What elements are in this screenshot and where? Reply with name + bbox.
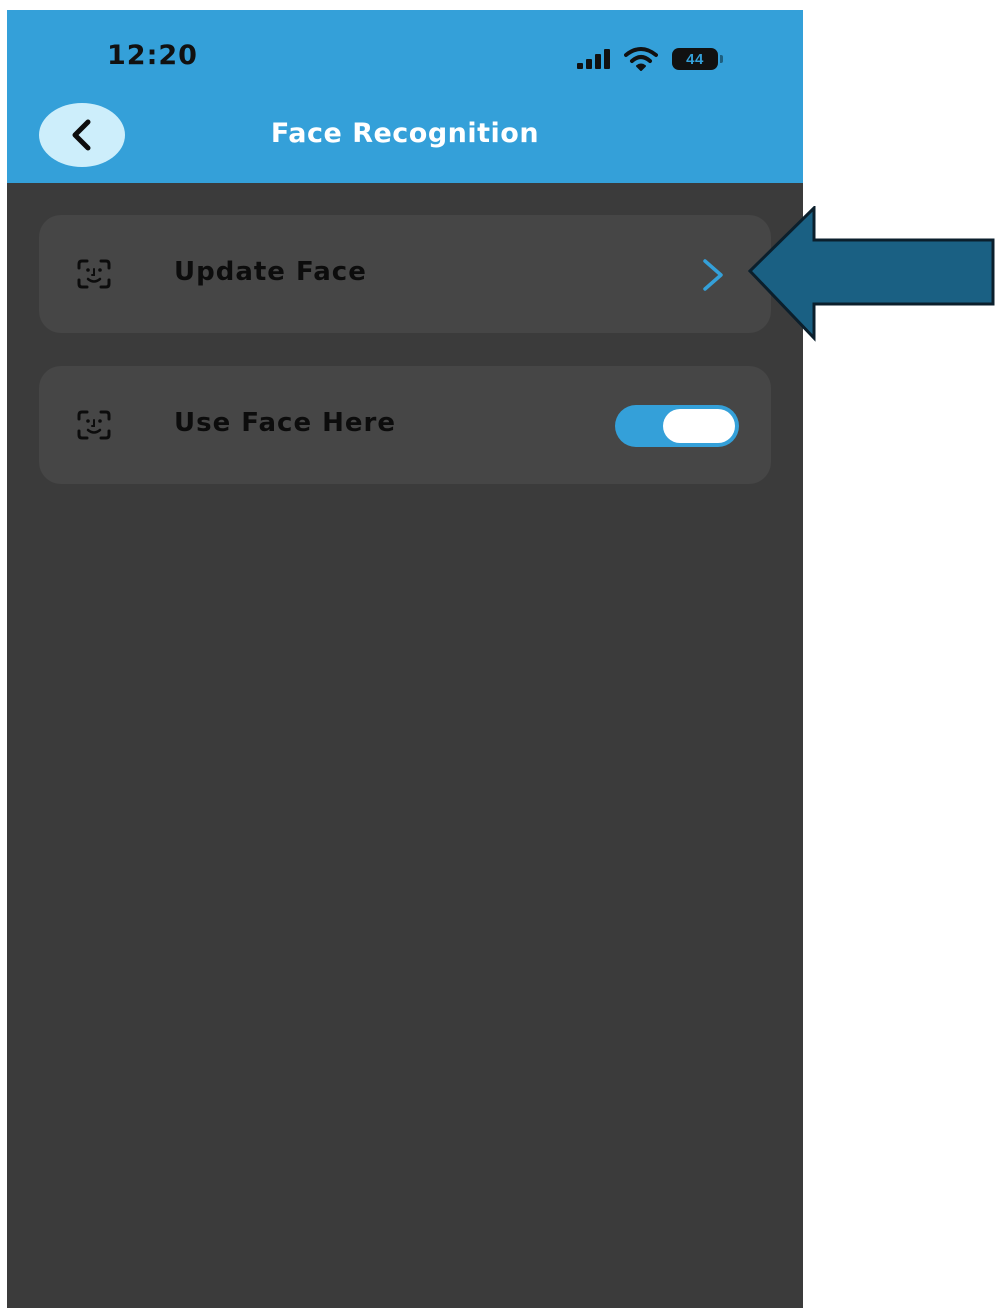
update-face-label: Update Face — [174, 257, 367, 287]
use-face-here-row: Use Face Here — [39, 366, 771, 484]
use-face-here-toggle[interactable] — [615, 405, 739, 447]
battery-level: 44 — [672, 48, 718, 70]
face-scan-icon — [77, 259, 111, 289]
face-scan-icon — [77, 410, 111, 440]
use-face-here-label: Use Face Here — [174, 408, 397, 438]
app-header: 12:20 44 Face Recognition — [7, 10, 803, 183]
toggle-knob — [663, 409, 735, 443]
signal-bars-icon — [577, 49, 610, 69]
battery-icon: 44 — [672, 47, 724, 71]
wifi-icon — [624, 47, 658, 71]
update-face-row[interactable]: Update Face — [39, 215, 771, 333]
status-time: 12:20 — [107, 40, 198, 71]
chevron-right-icon[interactable] — [699, 257, 727, 293]
phone-screen: 12:20 44 Face Recognition Update Face Us… — [7, 10, 803, 1308]
page-title: Face Recognition — [270, 118, 540, 149]
status-icons: 44 — [577, 46, 724, 72]
annotation-arrow-icon — [747, 206, 995, 342]
